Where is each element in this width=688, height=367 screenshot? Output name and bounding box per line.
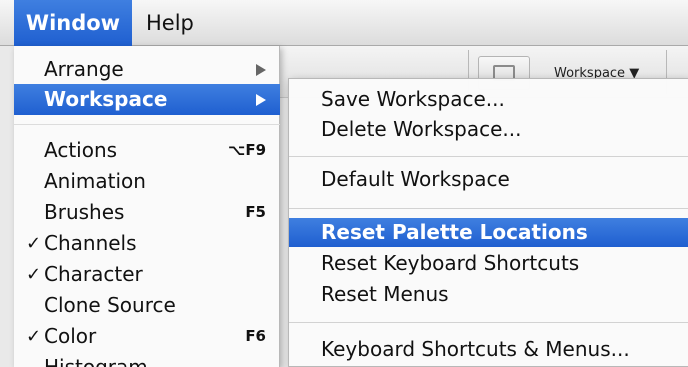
- submenu-arrow-icon: [256, 94, 266, 106]
- submenu-item-keyboard-shortcuts-menus[interactable]: Keyboard Shortcuts & Menus...: [289, 335, 688, 364]
- menu-help[interactable]: Help: [146, 0, 206, 46]
- menu-item-channels[interactable]: ✓ Channels: [14, 228, 280, 259]
- submenu-item-reset-palette-locations[interactable]: Reset Palette Locations: [289, 218, 688, 247]
- menu-item-label: Clone Source: [44, 293, 176, 317]
- menu-bar: Window Help: [0, 0, 688, 46]
- submenu-item-default-workspace[interactable]: Default Workspace: [289, 165, 688, 194]
- menu-item-label: Animation: [44, 169, 146, 193]
- menu-item-arrange[interactable]: Arrange: [14, 54, 280, 85]
- checkmark-icon: ✓: [26, 326, 42, 347]
- menu-item-label: Brushes: [44, 200, 125, 224]
- window-menu: Arrange Workspace Actions ⌥F9 Animation …: [14, 46, 280, 367]
- submenu-item-delete-workspace[interactable]: Delete Workspace...: [289, 115, 688, 144]
- menu-separator: [14, 124, 280, 125]
- submenu-item-label: Default Workspace: [321, 167, 510, 191]
- menu-item-workspace[interactable]: Workspace: [14, 84, 280, 115]
- submenu-item-label: Keyboard Shortcuts & Menus...: [321, 337, 630, 361]
- menu-item-label: Character: [44, 262, 143, 286]
- checkmark-icon: ✓: [26, 233, 42, 254]
- menu-separator: [289, 156, 688, 157]
- menu-shortcut: F5: [245, 203, 266, 221]
- menu-item-brushes[interactable]: Brushes F5: [14, 197, 280, 228]
- menu-item-label: Channels: [44, 231, 137, 255]
- submenu-item-label: Reset Palette Locations: [321, 220, 588, 244]
- submenu-item-reset-menus[interactable]: Reset Menus: [289, 280, 688, 309]
- menu-item-label: Workspace: [44, 87, 168, 111]
- submenu-item-save-workspace[interactable]: Save Workspace...: [289, 85, 688, 114]
- menu-item-label: Actions: [44, 138, 118, 162]
- menu-window[interactable]: Window: [14, 0, 132, 46]
- menu-separator: [289, 208, 688, 209]
- menu-item-clone-source[interactable]: Clone Source: [14, 290, 280, 321]
- menu-item-label: Histogram: [44, 355, 148, 367]
- submenu-item-label: Reset Keyboard Shortcuts: [321, 251, 580, 275]
- menu-shortcut: F6: [245, 327, 266, 345]
- submenu-item-label: Save Workspace...: [321, 87, 505, 111]
- menu-item-actions[interactable]: Actions ⌥F9: [14, 135, 280, 166]
- menu-shortcut: ⌥F9: [228, 141, 266, 159]
- checkmark-icon: ✓: [26, 264, 42, 285]
- menu-item-label: Arrange: [44, 57, 124, 81]
- menu-separator: [289, 322, 688, 323]
- menu-item-animation[interactable]: Animation: [14, 166, 280, 197]
- menu-item-character[interactable]: ✓ Character: [14, 259, 280, 290]
- submenu-item-label: Reset Menus: [321, 282, 449, 306]
- submenu-item-reset-keyboard-shortcuts[interactable]: Reset Keyboard Shortcuts: [289, 249, 688, 278]
- menu-item-color[interactable]: ✓ Color F6: [14, 321, 280, 352]
- submenu-arrow-icon: [256, 64, 266, 76]
- workspace-submenu: Save Workspace... Delete Workspace... De…: [288, 78, 688, 367]
- submenu-item-label: Delete Workspace...: [321, 117, 522, 141]
- menu-item-histogram[interactable]: Histogram: [14, 352, 280, 367]
- menu-item-label: Color: [44, 324, 97, 348]
